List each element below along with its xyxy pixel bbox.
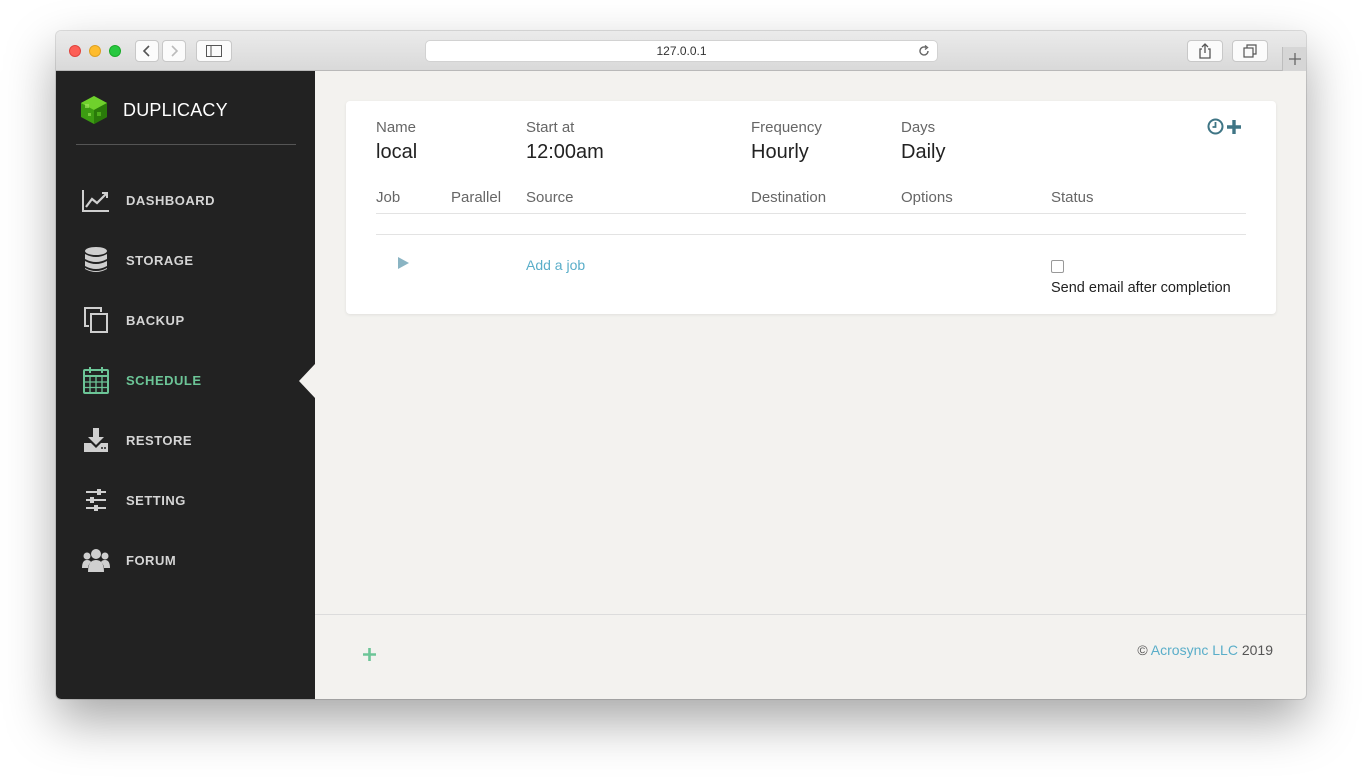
chevron-right-icon <box>171 45 179 57</box>
frequency-label: Frequency <box>751 119 822 136</box>
active-indicator <box>299 364 315 398</box>
sidebar-icon <box>206 45 222 57</box>
download-icon <box>82 426 110 454</box>
start-label: Start at <box>526 119 575 136</box>
sidebar-item-label: RESTORE <box>126 432 193 448</box>
copy-icon <box>82 306 110 334</box>
sidebar-item-label: SCHEDULE <box>126 372 202 388</box>
card-actions <box>1207 118 1242 135</box>
send-email-checkbox[interactable] <box>1051 260 1064 273</box>
column-header-parallel: Parallel <box>451 189 502 206</box>
name-label: Name <box>376 119 417 136</box>
new-tab-button[interactable] <box>1282 47 1306 71</box>
reload-icon[interactable] <box>917 44 931 65</box>
back-button[interactable] <box>135 40 159 62</box>
sidebar-item-label: DASHBOARD <box>126 192 215 208</box>
calendar-icon <box>82 366 110 394</box>
maximize-window-button[interactable] <box>109 45 121 57</box>
sidebar-toggle-button[interactable] <box>196 40 232 62</box>
schedule-days[interactable]: Daily <box>901 141 945 164</box>
main-content: Name local Start at 12:00am Frequency Ho… <box>315 71 1306 699</box>
add-schedule-icon[interactable] <box>1226 119 1242 135</box>
sidebar-divider <box>76 144 296 145</box>
sidebar-item-forum[interactable]: FORUM <box>82 545 302 575</box>
sidebar-item-backup[interactable]: BACKUP <box>82 305 302 335</box>
sidebar-item-label: BACKUP <box>126 312 185 328</box>
sidebar-item-schedule[interactable]: SCHEDULE <box>82 365 302 395</box>
sidebar-item-restore[interactable]: RESTORE <box>82 425 302 455</box>
sliders-icon <box>82 486 110 514</box>
play-icon[interactable] <box>398 257 409 269</box>
browser-window: 127.0.0.1 DUPLICACY DASHBOARD STORAGE BA… <box>56 31 1306 699</box>
column-header-job: Job <box>376 189 401 206</box>
sidebar-item-setting[interactable]: SETTING <box>82 485 302 515</box>
forward-button[interactable] <box>162 40 186 62</box>
sidebar-item-label: SETTING <box>126 492 186 508</box>
add-job-link[interactable]: Add a job <box>526 257 585 273</box>
users-icon <box>82 546 110 574</box>
tabs-icon <box>1243 44 1257 58</box>
brand[interactable]: DUPLICACY <box>80 95 228 125</box>
sidebar: DUPLICACY DASHBOARD STORAGE BACKUP SCHED… <box>56 71 315 699</box>
plus-icon <box>1288 53 1301 65</box>
address-bar[interactable]: 127.0.0.1 <box>425 40 938 62</box>
schedule-name[interactable]: local <box>376 141 417 164</box>
add-schedule-button[interactable] <box>363 648 376 666</box>
sidebar-item-storage[interactable]: STORAGE <box>82 245 302 275</box>
sidebar-item-dashboard[interactable]: DASHBOARD <box>82 185 302 215</box>
tabs-overview-button[interactable] <box>1232 40 1268 62</box>
brand-name: DUPLICACY <box>123 99 228 120</box>
copyright: © Acrosync LLC 2019 <box>1137 642 1273 658</box>
copyright-year: 2019 <box>1241 642 1273 658</box>
duplicacy-logo-icon <box>81 96 107 124</box>
copyright-symbol: © <box>1137 642 1148 658</box>
close-window-button[interactable] <box>69 45 81 57</box>
schedule-card: Name local Start at 12:00am Frequency Ho… <box>346 101 1276 314</box>
footer-divider <box>315 614 1306 615</box>
plus-icon <box>363 648 376 661</box>
company-link[interactable]: Acrosync LLC <box>1151 642 1238 658</box>
table-header-divider <box>376 213 1246 214</box>
send-email-label: Send email after completion <box>1051 280 1231 296</box>
days-label: Days <box>901 119 936 136</box>
url-text: 127.0.0.1 <box>656 44 707 58</box>
sidebar-item-label: STORAGE <box>126 252 194 268</box>
chart-line-icon <box>82 186 110 214</box>
column-header-destination: Destination <box>751 189 827 206</box>
table-row-divider <box>376 234 1246 235</box>
share-button[interactable] <box>1187 40 1223 62</box>
column-header-source: Source <box>526 189 574 206</box>
column-header-options: Options <box>901 189 953 206</box>
minimize-window-button[interactable] <box>89 45 101 57</box>
chevron-left-icon <box>142 45 150 57</box>
schedule-frequency[interactable]: Hourly <box>751 141 809 164</box>
column-header-status: Status <box>1051 189 1094 206</box>
schedule-start-time[interactable]: 12:00am <box>526 141 604 164</box>
share-icon <box>1199 43 1211 59</box>
sidebar-item-label: FORUM <box>126 552 177 568</box>
database-icon <box>82 246 110 274</box>
clock-icon[interactable] <box>1207 118 1224 135</box>
browser-titlebar: 127.0.0.1 <box>56 31 1306 71</box>
